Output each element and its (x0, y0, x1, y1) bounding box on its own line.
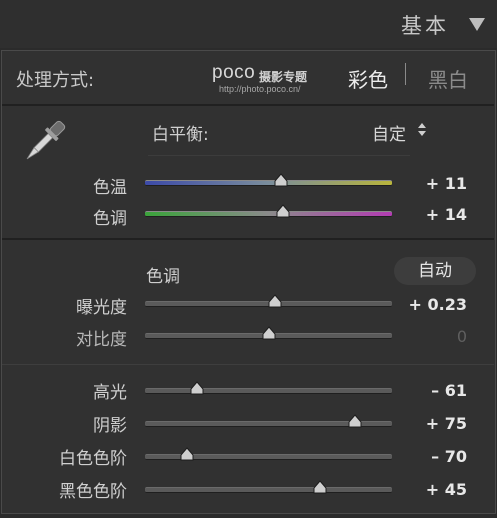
divider (2, 364, 494, 365)
exposure-thumb[interactable] (268, 294, 282, 308)
exposure-value[interactable]: + 0.23 (387, 295, 467, 314)
panel-header[interactable]: 基本 (0, 0, 497, 48)
shadows-label: 阴影 (93, 416, 127, 436)
temp-value[interactable]: + 11 (387, 174, 467, 193)
highlights-track[interactable] (145, 388, 392, 394)
shadows-value[interactable]: + 75 (387, 414, 467, 433)
blacks-label: 黑色色阶 (59, 482, 127, 502)
shadows-thumb[interactable] (348, 414, 362, 428)
white-balance-label: 白平衡: (152, 125, 209, 145)
whites-thumb[interactable] (180, 447, 194, 461)
blacks-thumb[interactable] (313, 480, 327, 494)
whites-value[interactable]: – 70 (387, 447, 467, 466)
contrast-thumb[interactable] (262, 326, 276, 340)
divider (2, 238, 494, 240)
highlights-label: 高光 (93, 383, 127, 403)
blacks-value[interactable]: + 45 (387, 480, 467, 499)
eyedropper-icon[interactable] (16, 114, 72, 170)
treatment-label: 处理方式: (16, 70, 95, 91)
treatment-color-button[interactable]: 彩色 (348, 64, 388, 93)
temp-label: 色温 (93, 178, 127, 198)
highlights-thumb[interactable] (190, 381, 204, 395)
blacks-track[interactable] (145, 487, 392, 493)
contrast-label: 对比度 (76, 330, 127, 350)
wb-underline (148, 155, 410, 156)
auto-tone-button[interactable]: 自动 (394, 257, 476, 285)
collapse-triangle-icon[interactable] (469, 18, 485, 31)
temp-track[interactable] (145, 180, 392, 186)
panel-title: 基本 (401, 14, 449, 38)
tone-section-label: 色调 (146, 267, 180, 287)
contrast-value[interactable]: 0 (387, 327, 467, 346)
treatment-separator (405, 63, 406, 85)
divider (2, 104, 494, 106)
treatment-bw-button[interactable]: 黑白 (428, 64, 468, 93)
watermark-logo: poco (212, 62, 256, 83)
watermark-url: http://photo.poco.cn/ (219, 84, 301, 94)
tint-label: 色调 (93, 209, 127, 229)
exposure-label: 曝光度 (76, 298, 127, 318)
tint-track[interactable] (145, 211, 392, 217)
tint-value[interactable]: + 14 (387, 205, 467, 224)
whites-label: 白色色阶 (59, 449, 127, 469)
temp-thumb[interactable] (274, 173, 288, 187)
highlights-value[interactable]: – 61 (387, 381, 467, 400)
white-balance-select[interactable]: 自定 (372, 120, 406, 145)
up-down-arrows-icon[interactable] (418, 123, 426, 137)
watermark-text: 摄影专题 (259, 70, 308, 84)
tint-thumb[interactable] (276, 204, 290, 218)
